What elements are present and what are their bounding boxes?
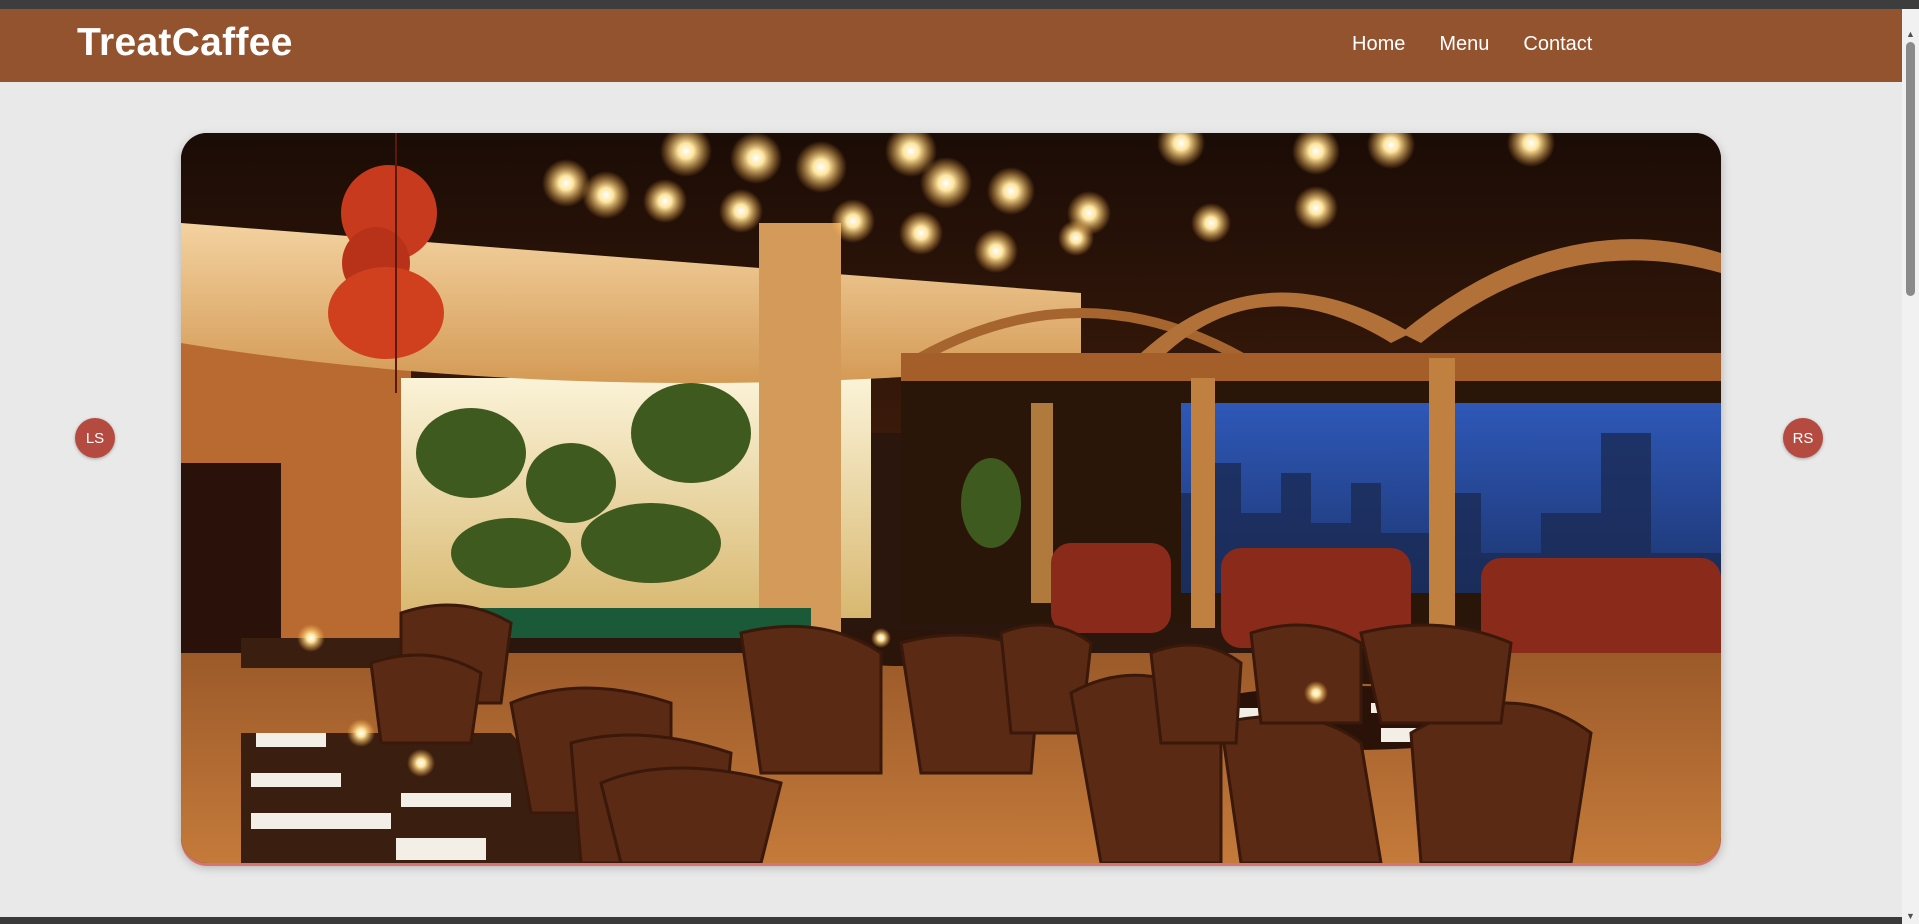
slider-image [181, 133, 1721, 863]
window-top-strip [0, 0, 1919, 9]
restaurant-interior-photo [181, 133, 1721, 863]
nav-links: Home Menu Contact [1352, 33, 1592, 56]
slider-next-button[interactable]: RS [1783, 418, 1823, 458]
vertical-scrollbar[interactable]: ▲ ▼ [1902, 9, 1919, 924]
slider-prev-button[interactable]: LS [75, 418, 115, 458]
scrollbar-thumb[interactable] [1906, 42, 1915, 296]
scroll-up-arrow-icon[interactable]: ▲ [1902, 25, 1919, 42]
navbar: TreatCaffee Home Menu Contact [0, 9, 1902, 82]
nav-link-home[interactable]: Home [1352, 33, 1405, 56]
brand-logo[interactable]: TreatCaffee [77, 21, 293, 65]
next-section-edge [0, 917, 1902, 924]
nav-link-contact[interactable]: Contact [1523, 33, 1592, 56]
scroll-down-arrow-icon[interactable]: ▼ [1902, 907, 1919, 924]
nav-link-menu[interactable]: Menu [1439, 33, 1489, 56]
